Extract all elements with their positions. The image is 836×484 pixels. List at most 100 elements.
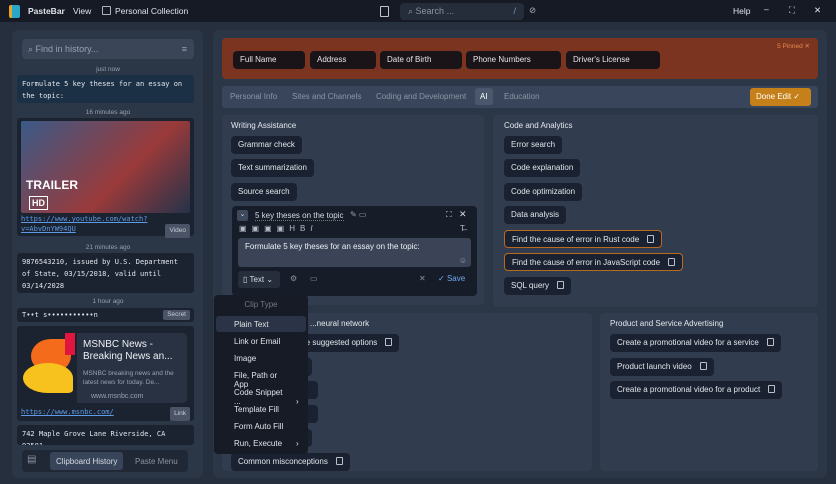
edit-icon[interactable] — [335, 457, 343, 465]
maximize-button[interactable]: ⛶ — [789, 5, 795, 16]
help-menu[interactable]: Help — [733, 6, 750, 16]
tab-clipboard-history[interactable]: Clipboard History — [50, 452, 124, 470]
thumbnail-hd: HD — [29, 196, 48, 210]
collection-selector[interactable]: Personal Collection — [115, 6, 188, 16]
menu-item-code-snippet[interactable]: Code Snippet ... › — [216, 384, 306, 406]
code-analytics-board: Code and Analytics Error search Code exp… — [493, 115, 818, 307]
edit-icon[interactable] — [668, 258, 676, 266]
secret-badge: Secret — [163, 310, 190, 320]
menu-item-template-fill[interactable]: Template Fill — [216, 401, 306, 417]
history-item[interactable]: TRAILER HD https://www.youtube.com/watch… — [17, 118, 194, 238]
clip-button[interactable]: Find the cause of error in JavaScript co… — [504, 253, 684, 271]
search-icon: ⌕ — [408, 6, 416, 16]
menu-item-file-path[interactable]: File, Path or App — [216, 367, 306, 389]
clip-button[interactable]: Create a promotional video for a product — [610, 381, 783, 399]
edit-icon[interactable] — [647, 235, 655, 243]
edit-icon[interactable] — [766, 338, 774, 346]
clip-label: ...e suggested options — [299, 338, 378, 347]
format-toolbar[interactable]: ▣▣▣▣HBI — [239, 224, 318, 233]
clip-button[interactable]: Product launch video — [610, 358, 714, 376]
clip-text: 9876543210, issued by U.S. Department of… — [22, 258, 178, 290]
history-item[interactable]: Formulate 5 key theses for an essay on t… — [17, 75, 194, 103]
panel-toggle-icon[interactable] — [380, 6, 389, 17]
clip-button[interactable]: Code optimization — [504, 183, 583, 201]
menu-item-plain-text[interactable]: Plain Text — [216, 316, 306, 332]
clip-button[interactable]: Common misconceptions — [231, 453, 350, 471]
history-item[interactable]: 9876543210, issued by U.S. Department of… — [17, 253, 194, 293]
clip-button[interactable]: Data analysis — [504, 206, 567, 224]
menu-item-link-email[interactable]: Link or Email — [216, 333, 306, 349]
clip-button[interactable]: Find the cause of error in Rust code — [504, 230, 663, 248]
tab-ai[interactable]: AI — [475, 88, 493, 105]
search-placeholder: Search ... — [415, 6, 455, 16]
collapse-icon[interactable]: ⌄ — [237, 210, 248, 221]
clip-button[interactable]: Code explanation — [504, 159, 581, 177]
tab-sites-channels[interactable]: Sites and Channels — [292, 92, 361, 101]
clip-label: Create a promotional video for a product — [617, 385, 761, 394]
card-title: MSNBC News - Breaking News an... — [83, 339, 173, 362]
history-search-input[interactable]: ⌕ Find in history... ≡ — [22, 39, 194, 59]
cancel-icon[interactable]: ✕ — [419, 274, 426, 283]
menu-item-run-execute[interactable]: Run, Execute › — [216, 435, 306, 451]
msnbc-logo — [23, 333, 77, 403]
edit-icon[interactable] — [556, 281, 564, 289]
close-button[interactable]: ✕ — [814, 5, 821, 16]
pinned-clip[interactable]: Driver's License — [566, 51, 660, 69]
tab-coding[interactable]: Coding and Development — [376, 92, 466, 101]
edit-icon[interactable] — [385, 338, 393, 346]
minimize-button[interactable]: – — [764, 4, 769, 14]
done-edit-button[interactable]: Done Edit ✓ — [750, 88, 811, 106]
close-editor-icon[interactable]: ✕ — [459, 209, 467, 220]
msnbc-link[interactable]: https://www.msnbc.com/ — [21, 406, 114, 418]
tab-paste-menu[interactable]: Paste Menu — [135, 457, 178, 466]
display-icon[interactable]: ▭ — [310, 274, 318, 283]
emoji-icon[interactable]: ☺ — [459, 256, 467, 265]
filter-icon[interactable]: ≡ — [182, 44, 187, 54]
board-title: Code and Analytics — [504, 121, 573, 130]
history-item[interactable]: T••t s•••••••••••n Secret — [17, 308, 194, 322]
clip-label: SQL query — [511, 281, 549, 290]
clip-label: Common misconceptions — [238, 457, 328, 466]
pinned-count[interactable]: 5 Pinned ✕ — [777, 42, 810, 50]
clip-button[interactable]: SQL query — [504, 277, 571, 295]
save-button[interactable]: ✓ Save — [438, 274, 465, 283]
edit-icon[interactable] — [768, 385, 776, 393]
edit-icon[interactable] — [699, 362, 707, 370]
tab-personal-info[interactable]: Personal Info — [230, 92, 277, 101]
pinned-clip[interactable]: Date of Birth — [380, 51, 462, 69]
menu-item-image[interactable]: Image — [216, 350, 306, 366]
pin-off-icon[interactable]: ⊘ — [529, 5, 536, 16]
clip-type-select[interactable]: ▯ Text ⌄ — [238, 271, 280, 288]
tab-education[interactable]: Education — [504, 92, 540, 101]
history-item[interactable]: MSNBC News - Breaking News an... MSNBC b… — [17, 326, 194, 421]
pinned-clip[interactable]: Full Name — [233, 51, 305, 69]
edit-pencil-icon[interactable]: ✎ ▭ — [350, 210, 366, 219]
view-menu[interactable]: View — [73, 6, 91, 16]
clip-button[interactable]: Grammar check — [231, 136, 302, 154]
expand-icon[interactable]: ⛶ — [446, 210, 452, 220]
collection-icon — [102, 6, 111, 15]
card-description: MSNBC breaking news and the latest news … — [83, 370, 174, 386]
clip-button[interactable]: Create a promotional video for a service — [610, 334, 781, 352]
clear-format-icon[interactable]: T̶ — [460, 224, 465, 233]
thumbnail-title: TRAILER — [26, 178, 78, 192]
title-bar: PasteBar View Personal Collection ⌕ Sear… — [0, 0, 836, 22]
menu-item-form-auto-fill[interactable]: Form Auto Fill — [216, 418, 306, 434]
clip-button[interactable]: Source search — [231, 183, 297, 201]
global-search[interactable]: ⌕ Search ... / — [400, 3, 524, 20]
app-logo-icon — [9, 5, 20, 18]
clip-label: Create a promotional video for a service — [617, 338, 759, 347]
video-link[interactable]: https://www.youtube.com/watch?v=AbvDnYW9… — [21, 214, 151, 234]
clip-title-input[interactable]: 5 key theses on the topic — [255, 211, 344, 221]
clip-button[interactable]: ...e suggested options — [292, 334, 400, 352]
history-item[interactable]: 742 Maple Grove Lane Riverside, CA 92501 — [17, 425, 194, 445]
pinned-clip[interactable]: Phone Numbers — [466, 51, 561, 69]
settings-icon[interactable]: ⚙ — [290, 274, 297, 283]
clip-button[interactable]: Text summarization — [231, 159, 314, 177]
menu-header: Clip Type — [244, 300, 278, 309]
clip-value-textarea[interactable]: Formulate 5 key theses for an essay on t… — [238, 238, 471, 267]
clip-button[interactable]: Error search — [504, 136, 563, 154]
clip-value: Formulate 5 key theses for an essay on t… — [245, 242, 420, 251]
clipboard-icon[interactable]: ▤ — [27, 454, 41, 468]
pinned-clip[interactable]: Address — [310, 51, 376, 69]
